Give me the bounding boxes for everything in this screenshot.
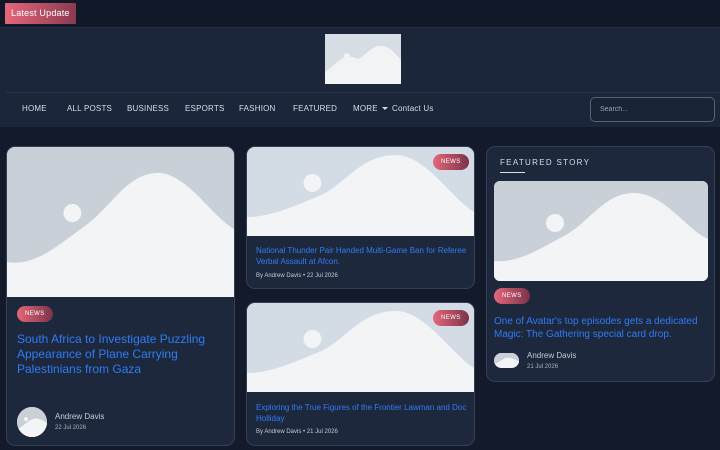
latest-update-button[interactable]: Latest Update — [5, 3, 76, 24]
news-badge[interactable]: NEWS — [17, 306, 53, 322]
post-meta: By Andrew Davis • 22 Jul 2026 — [256, 273, 338, 279]
nav-item-fashion[interactable]: FASHION — [239, 104, 276, 113]
middle-post-card[interactable]: NEWS Exploring the True Figures of the F… — [246, 302, 475, 446]
site-header: HOME ALL POSTS BUSINESS ESPORTS FASHION … — [0, 27, 720, 127]
nav-item-all-posts[interactable]: ALL POSTS — [67, 104, 112, 113]
featured-story-heading: FEATURED STORY — [500, 158, 591, 167]
featured-post-image-icon[interactable] — [494, 181, 708, 281]
middle-post-card[interactable]: NEWS National Thunder Pair Handed Multi-… — [246, 146, 475, 289]
main-post-image-icon[interactable] — [7, 147, 234, 297]
nav-item-more[interactable]: MORE — [353, 104, 388, 113]
author-avatar[interactable] — [494, 353, 519, 368]
main-post-title-link[interactable]: South Africa to Investigate Puzzling App… — [17, 332, 229, 377]
news-badge[interactable]: NEWS — [433, 310, 469, 326]
nav-item-home[interactable]: HOME — [22, 104, 47, 113]
nav-item-featured[interactable]: FEATURED — [293, 104, 337, 113]
nav-divider — [6, 92, 720, 93]
post-meta: By Andrew Davis • 21 Jul 2026 — [256, 429, 338, 435]
post-date: 22 Jul 2026 — [55, 425, 87, 431]
news-badge[interactable]: NEWS — [494, 288, 530, 304]
author-name-link[interactable]: Andrew Davis — [55, 412, 104, 421]
search-input[interactable] — [590, 97, 715, 122]
nav-item-esports[interactable]: ESPORTS — [185, 104, 225, 113]
nav-item-more-label: MORE — [353, 104, 378, 113]
featured-post-title-link[interactable]: One of Avatar's top episodes gets a dedi… — [494, 315, 708, 341]
caret-down-icon — [381, 107, 388, 110]
news-badge[interactable]: NEWS — [433, 154, 469, 170]
top-bar: Latest Update — [0, 0, 720, 27]
site-logo-image-icon[interactable] — [325, 34, 401, 84]
middle-post-title-link[interactable]: National Thunder Pair Handed Multi-Game … — [256, 245, 470, 267]
nav-item-business[interactable]: BUSINESS — [127, 104, 169, 113]
author-name-link[interactable]: Andrew Davis — [527, 351, 576, 360]
heading-underline — [500, 172, 525, 173]
post-date: 21 Jul 2026 — [527, 364, 559, 370]
main-post-card[interactable]: NEWS South Africa to Investigate Puzzlin… — [6, 146, 235, 446]
featured-story-card: FEATURED STORY NEWS One of Avatar's top … — [486, 146, 715, 382]
middle-post-title-link[interactable]: Exploring the True Figures of the Fronti… — [256, 402, 470, 424]
author-avatar[interactable] — [17, 407, 47, 437]
nav-item-contact[interactable]: Contact Us — [392, 104, 434, 113]
